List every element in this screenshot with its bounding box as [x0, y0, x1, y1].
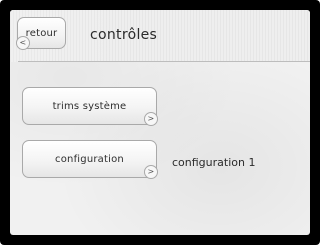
header-divider [18, 61, 310, 62]
trims-system-label: trims système [52, 100, 127, 112]
trims-system-button[interactable]: trims système > [22, 87, 158, 126]
back-button-label: retour [25, 27, 58, 39]
chevron-right-icon: > [144, 112, 158, 126]
chevron-right-icon: > [144, 165, 158, 179]
device-frame: retour < contrôles trims système > confi… [0, 0, 320, 245]
configuration-button[interactable]: configuration > [22, 140, 158, 179]
configuration-label: configuration [55, 153, 124, 165]
screen: retour < contrôles trims système > confi… [10, 10, 310, 235]
chevron-left-icon: < [16, 36, 30, 50]
back-button[interactable]: retour < [16, 17, 66, 50]
page-title: contrôles [90, 27, 158, 43]
configuration-value: configuration 1 [172, 156, 256, 169]
